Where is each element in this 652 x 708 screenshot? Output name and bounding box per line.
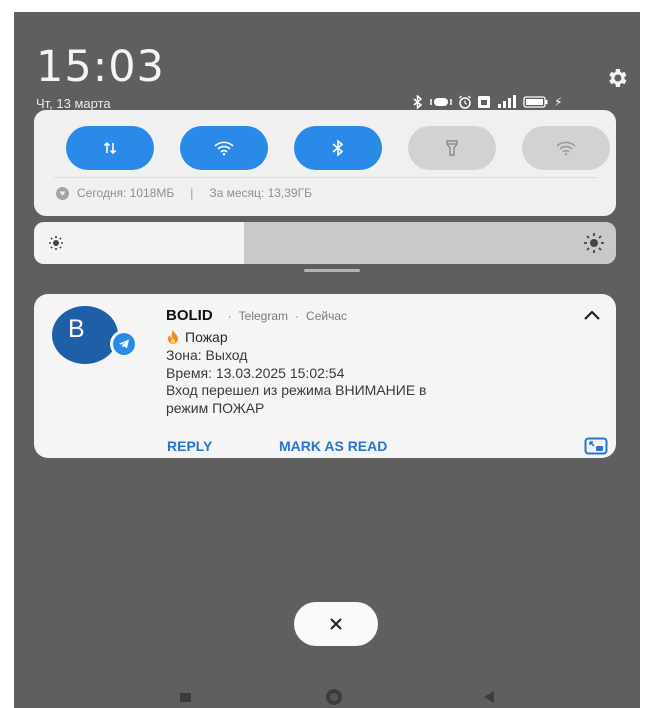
alarm-icon xyxy=(459,95,471,109)
notification-card[interactable]: B BOLID · Telegram · Сейчас Пожар Зона: … xyxy=(34,294,616,458)
charging-icon: ⚡ xyxy=(554,95,563,109)
bluetooth-status-icon xyxy=(413,95,423,109)
usage-separator: | xyxy=(190,186,194,200)
clock: 15:03 xyxy=(36,42,165,92)
notification-body: Зона: Выход Время: 13.03.2025 15:02:54 В… xyxy=(166,347,596,417)
body-line: режим ПОЖАР xyxy=(166,399,265,416)
notification-header: BOLID · Telegram · Сейчас xyxy=(166,307,347,324)
telegram-badge xyxy=(110,330,138,358)
status-icons: ⚡ xyxy=(412,92,562,112)
app-name: Telegram xyxy=(238,308,289,323)
flashlight-toggle[interactable] xyxy=(408,126,496,170)
notification-time: Сейчас xyxy=(306,308,347,323)
divider xyxy=(54,177,596,178)
notification-title-text: Пожар xyxy=(185,329,228,345)
body-line: Время: 13.03.2025 15:02:54 xyxy=(166,364,345,381)
sim-icon xyxy=(478,96,490,108)
close-icon xyxy=(330,618,342,630)
clear-all-button[interactable] xyxy=(294,602,378,646)
battery-icon xyxy=(523,96,548,108)
bluetooth-toggle[interactable] xyxy=(294,126,382,170)
mark-as-read-button[interactable]: MARK AS READ xyxy=(279,438,387,454)
usage-today: Сегодня: 1018МБ xyxy=(77,186,175,200)
notification-shade: 15:03 Чт, 13 марта ⚡ Сегодня: 1018МБ | З… xyxy=(14,12,640,708)
signal-icon xyxy=(498,95,516,108)
drag-handle[interactable] xyxy=(304,269,360,272)
hotspot-toggle[interactable] xyxy=(522,126,610,170)
data-usage-icon xyxy=(56,186,69,200)
recents-button xyxy=(180,693,191,702)
quick-settings-panel: Сегодня: 1018МБ | За месяц: 13,39ГБ xyxy=(34,110,616,216)
brightness-high-icon xyxy=(584,233,604,253)
notification-title: Пожар xyxy=(166,329,228,345)
bluetooth-icon xyxy=(332,139,344,157)
sender-name: BOLID xyxy=(166,307,213,324)
mobile-data-icon xyxy=(103,141,117,155)
avatar: B xyxy=(52,306,118,364)
wifi-icon xyxy=(214,141,234,156)
telegram-icon xyxy=(119,339,129,349)
chevron-up-icon[interactable] xyxy=(582,308,602,322)
brightness-low-icon xyxy=(49,236,63,250)
navigation-bar xyxy=(180,689,494,705)
data-usage[interactable]: Сегодня: 1018МБ | За месяц: 13,39ГБ xyxy=(56,186,312,200)
flashlight-icon xyxy=(446,140,458,156)
fire-icon xyxy=(168,330,178,344)
body-line: Зона: Выход xyxy=(166,347,248,363)
vibrate-icon xyxy=(430,98,452,106)
brightness-slider[interactable] xyxy=(34,222,616,264)
body-line: Вход перешел из режима ВНИМАНИЕ в xyxy=(166,382,427,398)
date-label: Чт, 13 марта xyxy=(36,96,111,111)
back-button xyxy=(484,691,494,703)
mobile-data-toggle[interactable] xyxy=(66,126,154,170)
hotspot-icon xyxy=(556,141,576,156)
gear-icon[interactable] xyxy=(605,66,629,90)
floating-window-icon[interactable] xyxy=(584,437,608,455)
wifi-toggle[interactable] xyxy=(180,126,268,170)
reply-button[interactable]: REPLY xyxy=(167,438,212,454)
usage-month: За месяц: 13,39ГБ xyxy=(209,186,312,200)
